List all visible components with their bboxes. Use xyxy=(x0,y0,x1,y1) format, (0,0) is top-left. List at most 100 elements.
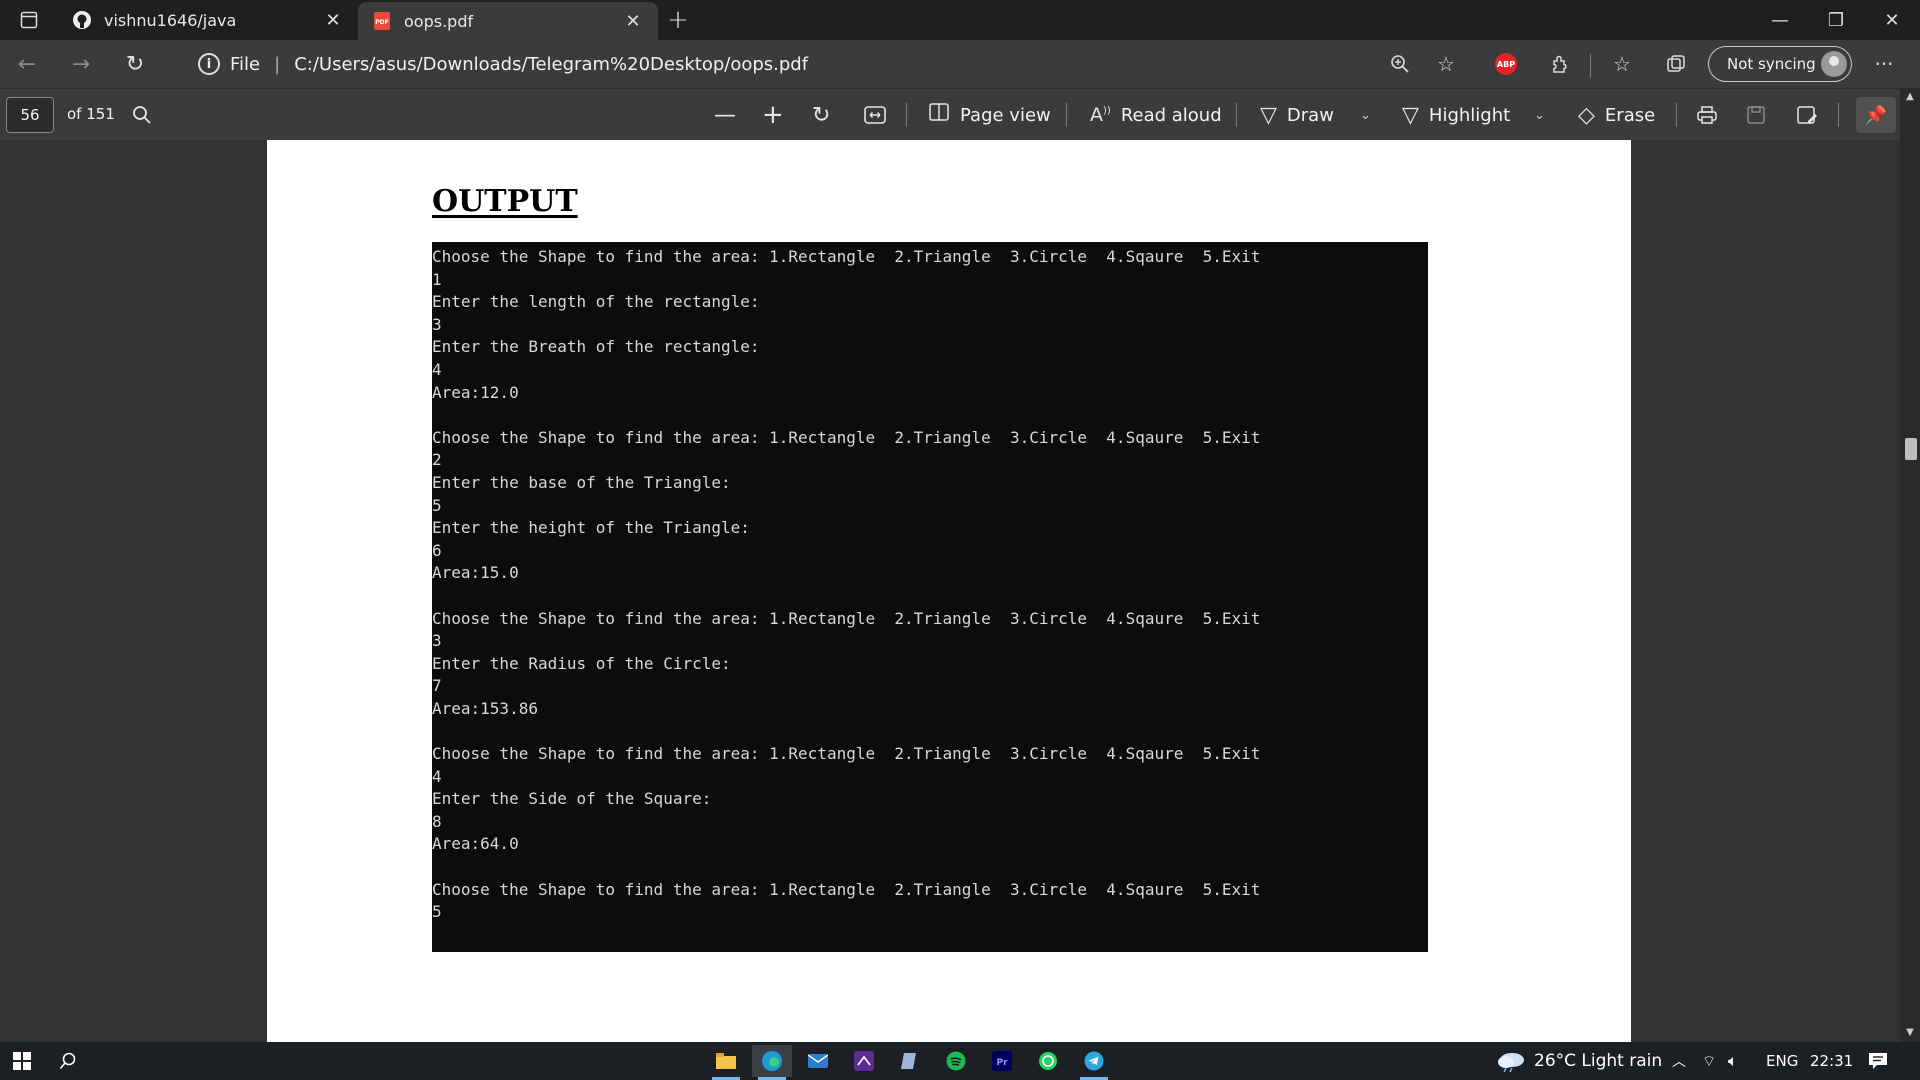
clock[interactable]: 22:31 xyxy=(1810,1042,1853,1080)
cloud-rain-icon xyxy=(1498,1053,1524,1072)
pdf-icon: PDF xyxy=(372,11,392,31)
print-icon[interactable] xyxy=(1696,97,1718,133)
tab-pdf[interactable]: PDF oops.pdf ✕ xyxy=(358,2,658,40)
forward-icon[interactable]: → xyxy=(54,40,108,88)
scroll-up-icon[interactable]: ▲ xyxy=(1900,88,1920,106)
collections-icon[interactable] xyxy=(1656,44,1696,84)
profile-sync-button[interactable]: Not syncing xyxy=(1708,46,1852,82)
show-hidden-icons-icon[interactable]: ︿ xyxy=(1672,1042,1686,1080)
toolbar-divider xyxy=(1590,54,1591,78)
adblock-extension-button[interactable]: ABP xyxy=(1486,44,1526,84)
sync-label: Not syncing xyxy=(1727,55,1816,73)
address-field[interactable]: i File | C:/Users/asus/Downloads/Telegra… xyxy=(180,40,1360,88)
back-icon[interactable]: ← xyxy=(0,40,54,88)
weather-widget[interactable]: 26°C Light rain xyxy=(1496,1042,1662,1080)
page-count: of 151 xyxy=(67,105,115,123)
scroll-down-icon[interactable]: ▼ xyxy=(1900,1024,1920,1042)
file-explorer-icon[interactable] xyxy=(706,1045,746,1080)
console-line: Enter the height of the Triangle: xyxy=(432,518,750,538)
telegram-icon[interactable] xyxy=(1074,1045,1114,1080)
erase-button[interactable]: ◇ Erase xyxy=(1578,97,1655,133)
read-aloud-button[interactable]: A)) Read aloud xyxy=(1090,97,1222,133)
avatar-icon xyxy=(1821,51,1847,77)
notifications-icon[interactable] xyxy=(1868,1042,1888,1080)
windows-start-icon[interactable] xyxy=(2,1045,42,1077)
output-heading: OUTPUT xyxy=(432,184,578,219)
spotify-icon[interactable] xyxy=(936,1045,976,1077)
console-line: Choose the Shape to find the area: 1.Rec… xyxy=(432,427,1261,447)
pin-toolbar-icon[interactable]: 📌 xyxy=(1856,97,1896,133)
console-line: Enter the Breath of the rectangle: xyxy=(432,337,760,357)
vertical-scrollbar[interactable]: ▲ ▼ xyxy=(1900,88,1920,1042)
zoom-in-icon[interactable]: + xyxy=(762,97,784,133)
draw-button[interactable]: ▽ Draw xyxy=(1260,97,1334,133)
weather-text: 26°C Light rain xyxy=(1534,1051,1663,1071)
add-favorite-icon[interactable]: ☆ xyxy=(1426,44,1466,84)
adblock-icon: ABP xyxy=(1495,53,1517,75)
site-info-icon[interactable]: i xyxy=(198,53,220,75)
fit-to-width-icon[interactable] xyxy=(864,97,886,133)
zoom-out-icon[interactable]: — xyxy=(714,97,736,133)
highlight-button[interactable]: ▽ Highlight xyxy=(1402,97,1510,133)
volume-icon[interactable]: 🔈︎ xyxy=(1728,1042,1738,1080)
premiere-pro-icon[interactable]: Pr xyxy=(982,1045,1022,1077)
address-divider: | xyxy=(274,53,281,75)
new-tab-button[interactable]: + xyxy=(658,0,698,40)
toolbar-divider xyxy=(1838,103,1839,127)
tab-actions-button[interactable] xyxy=(0,0,58,40)
extensions-icon[interactable] xyxy=(1540,44,1580,84)
tab-github[interactable]: vishnu1646/java ✕ xyxy=(58,0,358,40)
github-icon xyxy=(72,10,92,30)
eraser-icon: ◇ xyxy=(1578,102,1595,128)
restore-icon[interactable]: ❐ xyxy=(1808,0,1864,40)
console-line: Area:153.86 xyxy=(432,698,538,718)
language-indicator[interactable]: ENG xyxy=(1766,1042,1798,1080)
toolbar-divider xyxy=(906,103,907,127)
svg-text:PDF: PDF xyxy=(375,19,388,26)
console-line: 7 xyxy=(432,676,442,696)
zoom-icon[interactable] xyxy=(1380,44,1420,84)
console-line: 8 xyxy=(432,811,442,831)
page-number-input[interactable]: 56 xyxy=(6,97,54,133)
console-line: Choose the Shape to find the area: 1.Rec… xyxy=(432,879,1261,899)
pdf-viewer: OUTPUT Choose the Shape to find the area… xyxy=(0,140,1900,1042)
save-as-icon[interactable] xyxy=(1796,97,1818,133)
close-tab-icon[interactable]: ✕ xyxy=(622,11,644,32)
address-bar-row: ← → ↻ i File | C:/Users/asus/Downloads/T… xyxy=(0,40,1920,88)
whatsapp-icon[interactable] xyxy=(1028,1045,1068,1077)
toolbar-divider xyxy=(1676,103,1677,127)
close-window-icon[interactable]: ✕ xyxy=(1864,0,1920,40)
highlight-options-chevron-icon[interactable]: ⌄ xyxy=(1534,97,1545,133)
draw-options-chevron-icon[interactable]: ⌄ xyxy=(1360,97,1371,133)
rotate-icon[interactable]: ↻ xyxy=(812,97,830,133)
console-line: 6 xyxy=(432,540,442,560)
refresh-icon[interactable]: ↻ xyxy=(108,40,162,88)
page-view-button[interactable]: Page view xyxy=(928,97,1051,133)
close-tab-icon[interactable]: ✕ xyxy=(322,10,344,31)
window-controls: — ❐ ✕ xyxy=(1752,0,1920,40)
console-line: 5 xyxy=(432,495,442,515)
console-line: 4 xyxy=(432,359,442,379)
scrollbar-thumb[interactable] xyxy=(1905,438,1917,460)
windows-taskbar: Pr 26°C Light rain ︿ ⌔ 🔈︎ ENG 22:31 xyxy=(0,1042,1920,1080)
save-icon[interactable] xyxy=(1746,97,1766,133)
taskbar-search-icon[interactable] xyxy=(48,1045,88,1077)
visual-studio-icon[interactable] xyxy=(844,1045,884,1077)
console-line: 3 xyxy=(432,631,442,651)
notes-app-icon[interactable] xyxy=(890,1045,930,1077)
console-line: Enter the base of the Triangle: xyxy=(432,472,731,492)
read-aloud-icon: A)) xyxy=(1090,104,1111,126)
favorites-icon[interactable]: ☆ xyxy=(1602,44,1642,84)
wifi-icon[interactable]: ⌔ xyxy=(1702,1042,1716,1080)
mail-icon[interactable] xyxy=(798,1045,838,1077)
more-menu-icon[interactable]: ··· xyxy=(1864,44,1904,84)
browser-tab-bar: vishnu1646/java ✕ PDF oops.pdf ✕ + — ❐ ✕ xyxy=(0,0,1920,40)
edge-icon[interactable] xyxy=(752,1045,792,1080)
search-icon[interactable] xyxy=(132,97,152,133)
minimize-icon[interactable]: — xyxy=(1752,0,1808,40)
console-output-image: Choose the Shape to find the area: 1.Rec… xyxy=(432,242,1428,952)
